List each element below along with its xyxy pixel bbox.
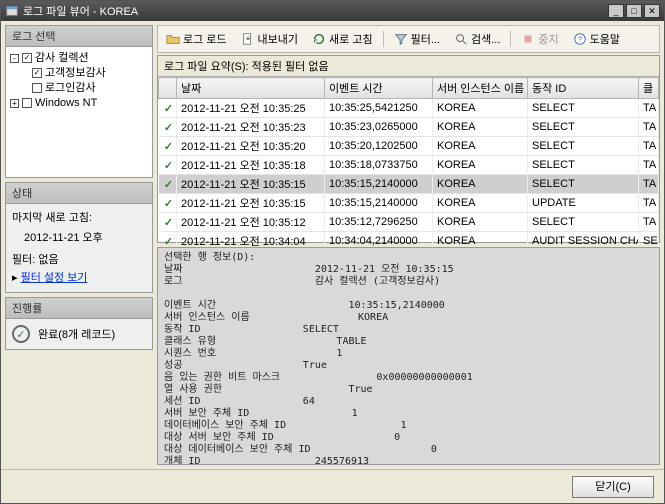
table-row[interactable]: ✓2012-11-21 오전 10:35:1510:35:15,2140000K…	[159, 175, 659, 194]
maximize-button[interactable]: □	[626, 4, 642, 18]
refresh-icon	[312, 32, 326, 46]
stop-icon	[521, 32, 535, 46]
tree-child-login[interactable]: 로그인감사	[45, 82, 96, 94]
table-row[interactable]: ✓2012-11-21 오전 10:35:2010:35:20,1202500K…	[159, 137, 659, 156]
refresh-button[interactable]: 새로 고침	[306, 28, 379, 50]
col-eventtime[interactable]: 이벤트 시간	[325, 78, 433, 99]
status-panel: 상태 마지막 새로 고침: 2012-11-21 오후 필터: 없음 ▸ 필터 …	[5, 182, 153, 293]
log-select-panel: 로그 선택 -✓감사 컬렉션 ✓고객정보감사 로그인감사 +Windows NT	[5, 25, 153, 178]
col-class[interactable]: 클	[639, 78, 659, 99]
table-row[interactable]: ✓2012-11-21 오전 10:35:2310:35:23,0265000K…	[159, 118, 659, 137]
check-icon: ✓	[163, 178, 175, 191]
progress-header: 진행률	[6, 298, 152, 319]
titlebar: 로그 파일 뷰어 - KOREA _ □ ✕	[1, 1, 664, 21]
view-filter-link[interactable]: 필터 설정 보기	[21, 272, 88, 284]
col-action[interactable]: 동작 ID	[528, 78, 639, 99]
filter-button[interactable]: 필터...	[388, 28, 446, 50]
last-refresh-label: 마지막 새로 고침:	[12, 210, 146, 226]
funnel-icon	[394, 32, 408, 46]
progress-panel: 진행률 ✓ 완료(8개 레코드)	[5, 297, 153, 350]
search-icon	[454, 32, 468, 46]
minimize-button[interactable]: _	[608, 4, 624, 18]
table-row[interactable]: ✓2012-11-21 오전 10:35:1210:35:12,7296250K…	[159, 213, 659, 232]
close-dialog-button[interactable]: 닫기(C)	[572, 476, 654, 498]
toolbar: 로그 로드 내보내기 새로 고침 필터... 검색...	[157, 25, 660, 53]
main-area: 로그 로드 내보내기 새로 고침 필터... 검색...	[157, 25, 660, 465]
table-row[interactable]: ✓2012-11-21 오전 10:35:1510:35:15,2140000K…	[159, 194, 659, 213]
tree-child-customer[interactable]: 고객정보감사	[45, 67, 106, 79]
load-log-button[interactable]: 로그 로드	[160, 28, 233, 50]
app-window: 로그 파일 뷰어 - KOREA _ □ ✕ 로그 선택 -✓감사 컬렉션 ✓고…	[0, 0, 665, 504]
progress-text: 완료(8개 레코드)	[38, 326, 115, 342]
app-icon	[5, 4, 19, 18]
table-row[interactable]: ✓2012-11-21 오전 10:35:2510:35:25,5421250K…	[159, 99, 659, 118]
export-button[interactable]: 내보내기	[235, 28, 304, 50]
tree-windows-nt[interactable]: Windows NT	[35, 97, 97, 109]
check-icon: ✓	[163, 140, 175, 153]
search-button[interactable]: 검색...	[448, 28, 506, 50]
log-table[interactable]: 날짜 이벤트 시간 서버 인스턴스 이름 동작 ID 클 ✓2012-11-21…	[158, 77, 659, 251]
check-icon: ✓	[163, 159, 175, 172]
window-title: 로그 파일 뷰어 - KOREA	[23, 3, 138, 19]
status-header: 상태	[6, 183, 152, 204]
table-caption: 로그 파일 요약(S): 적용된 필터 없음	[158, 56, 659, 77]
check-icon: ✓	[163, 121, 175, 134]
table-row[interactable]: ✓2012-11-21 오전 10:35:1810:35:18,0733750K…	[159, 156, 659, 175]
filter-status: 필터: 없음	[12, 252, 146, 268]
check-icon: ✓	[163, 102, 175, 115]
close-button[interactable]: ✕	[644, 4, 660, 18]
tree-root[interactable]: 감사 컬렉션	[35, 52, 89, 64]
help-icon: ?	[573, 32, 587, 46]
check-icon: ✓	[163, 216, 175, 229]
stop-button[interactable]: 중지	[515, 28, 564, 50]
detail-pane[interactable]: 선택한 행 정보(D): 날짜 2012-11-21 오전 10:35:15 로…	[157, 247, 660, 465]
help-button[interactable]: ? 도움말	[567, 28, 626, 50]
svg-text:?: ?	[578, 37, 582, 44]
footer: 닫기(C)	[1, 469, 664, 503]
check-icon: ✓	[163, 235, 175, 248]
last-refresh-value: 2012-11-21 오후	[12, 226, 146, 252]
col-server[interactable]: 서버 인스턴스 이름	[433, 78, 528, 99]
complete-icon: ✓	[12, 325, 30, 343]
log-select-header: 로그 선택	[6, 26, 152, 47]
sidebar: 로그 선택 -✓감사 컬렉션 ✓고객정보감사 로그인감사 +Windows NT…	[5, 25, 153, 465]
log-tree[interactable]: -✓감사 컬렉션 ✓고객정보감사 로그인감사 +Windows NT	[6, 47, 152, 177]
log-table-container: 로그 파일 요약(S): 적용된 필터 없음 날짜 이벤트 시간 서버 인스턴스…	[157, 55, 660, 243]
export-icon	[241, 32, 255, 46]
check-icon: ✓	[163, 197, 175, 210]
col-date[interactable]: 날짜	[177, 78, 325, 99]
folder-open-icon	[166, 32, 180, 46]
